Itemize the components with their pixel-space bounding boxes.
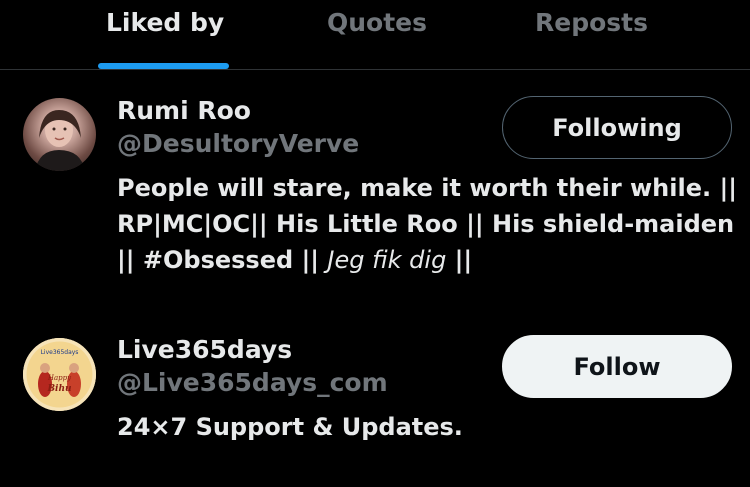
- user-display-name[interactable]: Live365days: [117, 335, 292, 364]
- user-bio: 24×7 Support & Updates.: [117, 413, 463, 441]
- avatar-logo: Live365days Happy Bihu: [23, 338, 96, 411]
- avatar[interactable]: Live365days Happy Bihu: [23, 338, 96, 411]
- user-row[interactable]: Rumi Roo @DesultoryVerve Following Peopl…: [0, 70, 750, 300]
- following-button[interactable]: Following: [502, 96, 732, 159]
- follow-button[interactable]: Follow: [502, 335, 732, 398]
- user-display-name[interactable]: Rumi Roo: [117, 96, 251, 125]
- user-bio: People will stare, make it worth their w…: [117, 170, 737, 278]
- tab-bar: Liked by Quotes Reposts: [0, 0, 750, 70]
- avatar-photo: [35, 110, 85, 171]
- bio-text-end: ||: [446, 246, 473, 274]
- active-tab-indicator: [98, 63, 229, 69]
- user-handle[interactable]: @Live365days_com: [117, 368, 388, 397]
- tab-quotes[interactable]: Quotes: [327, 8, 427, 48]
- tab-liked-by[interactable]: Liked by: [106, 8, 224, 48]
- avatar[interactable]: [23, 98, 96, 171]
- tab-reposts[interactable]: Reposts: [535, 8, 648, 48]
- bio-italic-text: Jeg fik dig: [327, 246, 447, 274]
- avatar-greeting-2: Bihu: [46, 384, 72, 394]
- avatar-greeting-1: Happy: [47, 374, 72, 382]
- user-row[interactable]: Live365days Happy Bihu Live365days @Live…: [0, 320, 750, 487]
- user-handle[interactable]: @DesultoryVerve: [117, 129, 359, 158]
- avatar-brand-text: Live365days: [41, 349, 79, 356]
